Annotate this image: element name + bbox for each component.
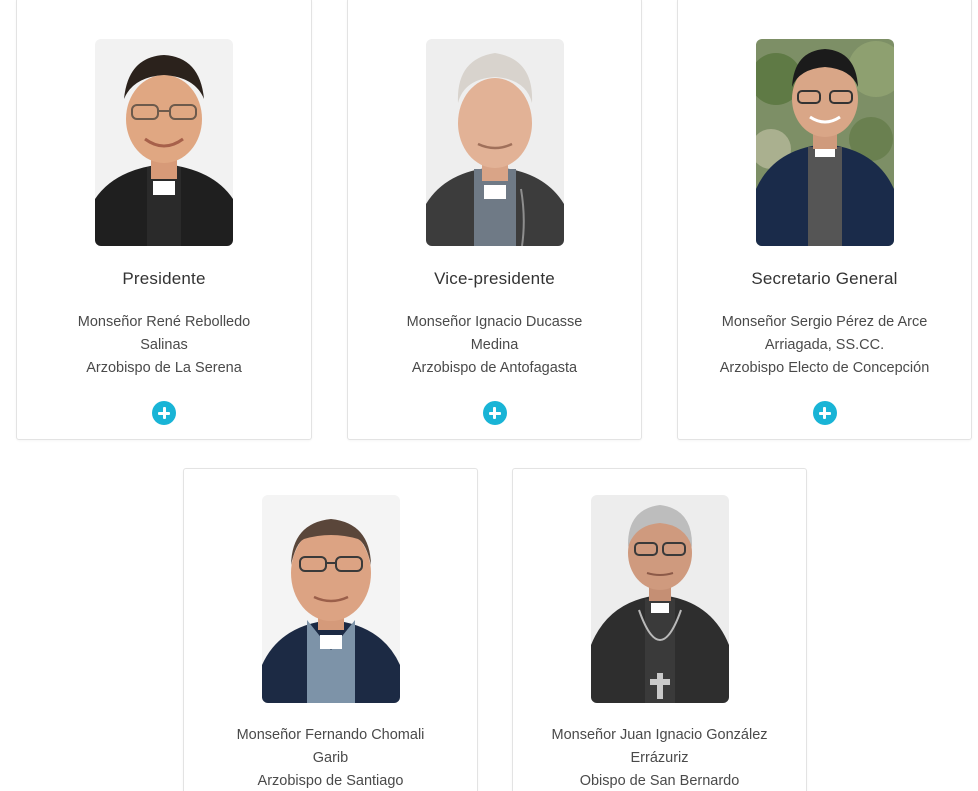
member-name-cont: Errázuriz bbox=[630, 750, 689, 766]
member-name: Monseñor René Rebolledo bbox=[77, 314, 251, 330]
member-title: Arzobispo Electo de Concepción bbox=[719, 360, 930, 376]
member-name-cont: Medina bbox=[470, 337, 519, 353]
member-card-chomali: Monseñor Fernando Chomali Garib Arzobisp… bbox=[183, 468, 478, 791]
member-info: Monseñor Sergio Pérez de Arce Arriagada,… bbox=[698, 311, 951, 380]
member-card-secretario-general: Secretario General Monseñor Sergio Pérez… bbox=[677, 0, 972, 440]
member-title: Arzobispo de Santiago bbox=[257, 773, 404, 789]
member-photo bbox=[755, 39, 894, 246]
member-photo bbox=[590, 495, 729, 703]
member-card-presidente: Presidente Monseñor René Rebolledo Salin… bbox=[16, 0, 312, 440]
member-name: Monseñor Ignacio Ducasse bbox=[406, 314, 583, 330]
member-title: Obispo de San Bernardo bbox=[579, 773, 740, 789]
member-name-cont: Arriagada, SS.CC. bbox=[764, 337, 885, 353]
member-photo bbox=[95, 39, 233, 246]
member-name-cont: Garib bbox=[312, 750, 349, 766]
member-title: Arzobispo de La Serena bbox=[86, 360, 242, 376]
member-info: Monseñor Juan Ignacio González Errázuriz… bbox=[533, 724, 786, 791]
member-role: Secretario General bbox=[751, 269, 898, 288]
member-info: Monseñor René Rebolledo Salinas Arzobisp… bbox=[37, 311, 291, 380]
member-role: Presidente bbox=[122, 269, 206, 288]
plus-circle-icon[interactable] bbox=[482, 401, 507, 425]
member-info: Monseñor Fernando Chomali Garib Arzobisp… bbox=[204, 724, 457, 791]
member-name: Monseñor Sergio Pérez de Arce bbox=[721, 314, 928, 330]
member-info: Monseñor Ignacio Ducasse Medina Arzobisp… bbox=[368, 311, 621, 380]
member-role: Vice-presidente bbox=[434, 269, 555, 288]
plus-circle-icon[interactable] bbox=[812, 401, 837, 425]
member-card-gonzalez: Monseñor Juan Ignacio González Errázuriz… bbox=[512, 468, 807, 791]
plus-circle-icon[interactable] bbox=[152, 401, 176, 425]
leadership-grid: Presidente Monseñor René Rebolledo Salin… bbox=[0, 0, 978, 791]
member-name: Monseñor Fernando Chomali bbox=[236, 727, 425, 743]
member-name: Monseñor Juan Ignacio González bbox=[551, 727, 768, 743]
member-photo bbox=[425, 39, 564, 246]
member-title: Arzobispo de Antofagasta bbox=[411, 360, 578, 376]
member-name-cont: Salinas bbox=[140, 337, 188, 353]
member-card-vice-presidente: Vice-presidente Monseñor Ignacio Ducasse… bbox=[347, 0, 642, 440]
member-photo bbox=[261, 495, 400, 703]
